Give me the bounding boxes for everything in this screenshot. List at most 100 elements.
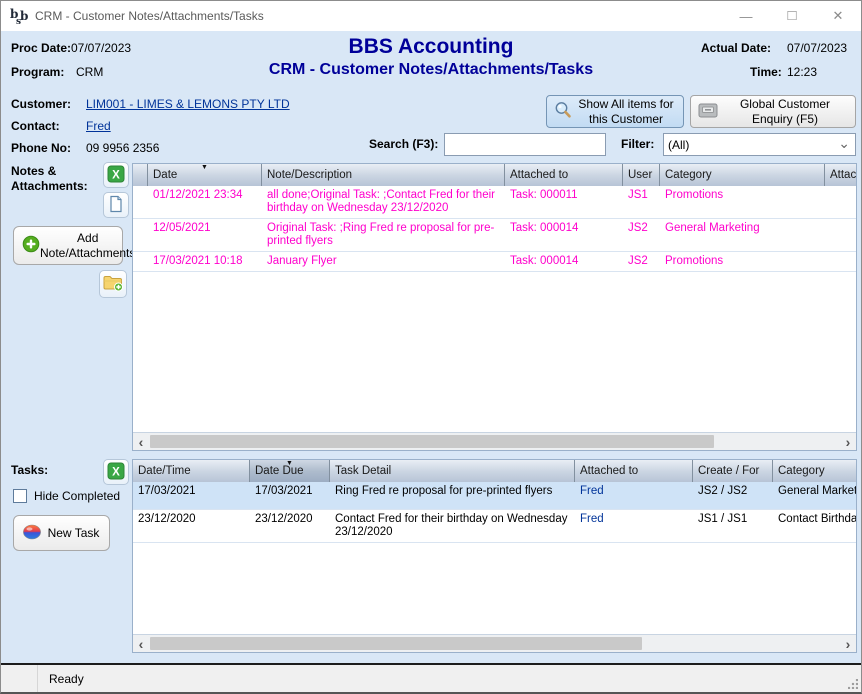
tasks-export-excel-button[interactable]: X (103, 459, 129, 485)
note-date: 01/12/2021 23:34 (148, 186, 262, 218)
task-attached-to: Fred (575, 510, 693, 542)
attach-file-button[interactable] (99, 270, 127, 298)
table-row[interactable]: 12/05/2021 Original Task: ;Ring Fred re … (133, 219, 856, 252)
phone-label: Phone No: (11, 141, 71, 155)
scroll-right-icon[interactable]: › (840, 434, 856, 450)
phone-value: 09 9956 2356 (86, 141, 159, 155)
window-title: CRM - Customer Notes/Attachments/Tasks (35, 1, 264, 31)
new-task-button[interactable]: New Task (13, 515, 110, 551)
task-create-for: JS1 / JS1 (693, 510, 773, 542)
customer-link[interactable]: LIM001 - LIMES & LEMONS PTY LTD (86, 97, 290, 111)
filter-label: Filter: (621, 137, 654, 151)
sort-arrow-icon: ▼ (201, 164, 208, 171)
search-label: Search (F3): (369, 137, 438, 151)
hide-completed-checkbox[interactable]: Hide Completed (13, 489, 120, 503)
search-icon (553, 100, 573, 123)
tasks-col-category[interactable]: Category (773, 460, 856, 482)
task-create-for: JS2 / JS2 (693, 482, 773, 509)
contact-link[interactable]: Fred (86, 119, 111, 133)
main-area: Proc Date: 07/07/2023 Program: CRM BBS A… (1, 31, 861, 663)
global-enquiry-button[interactable]: Global Customer Enquiry (F5) (690, 95, 856, 128)
tasks-col-date-time[interactable]: Date/Time (133, 460, 250, 482)
document-icon (107, 195, 125, 216)
task-contact-link[interactable]: Fred (580, 513, 604, 525)
plus-icon (22, 235, 40, 256)
terminal-icon (697, 100, 719, 123)
chevron-down-icon: ⌄ (838, 135, 850, 152)
scrollbar-thumb[interactable] (150, 435, 714, 448)
close-icon[interactable]: ✕ (815, 1, 861, 31)
excel-icon: X (107, 462, 125, 483)
notes-horizontal-scrollbar[interactable]: ‹ › (133, 432, 856, 450)
tasks-col-attached-to[interactable]: Attached to (575, 460, 693, 482)
filter-dropdown[interactable]: (All) ⌄ (663, 133, 856, 156)
excel-icon: X (107, 165, 125, 186)
window-controls: — □ ✕ (723, 1, 861, 31)
notes-col-category[interactable]: Category (660, 164, 825, 186)
tasks-col-create-for[interactable]: Create / For (693, 460, 773, 482)
checkbox-icon[interactable] (13, 489, 27, 503)
note-date: 12/05/2021 (148, 219, 262, 251)
task-date-time: 17/03/2021 (133, 482, 250, 509)
show-all-items-button[interactable]: Show All items for this Customer (546, 95, 684, 128)
notes-col-attached-to[interactable]: Attached to (505, 164, 623, 186)
notes-col-date-label: Date (153, 169, 177, 181)
table-row[interactable]: 01/12/2021 23:34 all done;Original Task:… (133, 186, 856, 219)
table-row[interactable]: 17/03/2021 10:18 January Flyer Task: 000… (133, 252, 856, 272)
resize-grip-icon[interactable] (848, 679, 858, 689)
new-note-button[interactable] (103, 192, 129, 218)
show-all-items-label: Show All items for this Customer (573, 97, 679, 126)
task-date-due: 17/03/2021 (250, 482, 330, 509)
svg-text:b: b (20, 9, 28, 23)
notes-section-label: Notes & Attachments: (11, 164, 103, 194)
add-folder-icon (102, 273, 124, 296)
note-attached-to: Task: 000014 (505, 252, 623, 271)
search-input[interactable] (444, 133, 606, 156)
tasks-col-date-due-label: Date Due (255, 465, 304, 477)
note-user: JS2 (623, 252, 660, 271)
status-cell (1, 665, 38, 692)
scroll-left-icon[interactable]: ‹ (133, 434, 149, 450)
svg-text:X: X (112, 466, 120, 478)
svg-text:X: X (112, 169, 120, 181)
task-detail: Ring Fred re proposal for pre-printed fl… (330, 482, 575, 509)
tasks-section-label: Tasks: (11, 463, 48, 477)
notes-col-selector[interactable] (133, 164, 148, 186)
scroll-right-icon[interactable]: › (840, 636, 856, 652)
notes-col-attach[interactable]: Attach (825, 164, 856, 186)
title-bar: b s b CRM - Customer Notes/Attachments/T… (1, 1, 861, 31)
note-date: 17/03/2021 10:18 (148, 252, 262, 271)
scroll-left-icon[interactable]: ‹ (133, 636, 149, 652)
global-enquiry-label: Global Customer Enquiry (F5) (719, 97, 851, 126)
minimize-icon[interactable]: — (723, 1, 769, 31)
table-row[interactable]: 17/03/2021 17/03/2021 Ring Fred re propo… (133, 482, 856, 510)
add-note-attachments-button[interactable]: Add Note/Attachments (13, 226, 123, 265)
tasks-table-header: Date/Time Date Due ▼ Task Detail Attache… (133, 460, 856, 482)
app-window: b s b CRM - Customer Notes/Attachments/T… (0, 0, 862, 694)
maximize-icon[interactable]: □ (769, 0, 815, 30)
actual-date-value: 07/07/2023 (787, 41, 847, 55)
notes-col-description[interactable]: Note/Description (262, 164, 505, 186)
note-description: all done;Original Task: ;Contact Fred fo… (262, 186, 505, 218)
note-attached-to: Task: 000011 (505, 186, 623, 218)
tasks-col-date-due[interactable]: Date Due ▼ (250, 460, 330, 482)
task-ball-icon (22, 523, 42, 544)
tasks-table-body: 17/03/2021 17/03/2021 Ring Fred re propo… (133, 482, 856, 634)
contact-label: Contact: (11, 119, 60, 133)
note-category: Promotions (660, 186, 825, 218)
filter-value: (All) (668, 138, 689, 152)
notes-col-date[interactable]: Date ▼ (148, 164, 262, 186)
task-contact-link[interactable]: Fred (580, 485, 604, 497)
scrollbar-thumb[interactable] (150, 637, 642, 650)
tasks-horizontal-scrollbar[interactable]: ‹ › (133, 634, 856, 652)
notes-table-body: 01/12/2021 23:34 all done;Original Task:… (133, 186, 856, 432)
tasks-col-detail[interactable]: Task Detail (330, 460, 575, 482)
notes-col-user[interactable]: User (623, 164, 660, 186)
task-date-due: 23/12/2020 (250, 510, 330, 542)
status-text: Ready (38, 672, 84, 686)
notes-export-excel-button[interactable]: X (103, 162, 129, 188)
table-row[interactable]: 23/12/2020 23/12/2020 Contact Fred for t… (133, 510, 856, 543)
status-bar: Ready (1, 665, 861, 692)
note-description: January Flyer (262, 252, 505, 271)
notes-table-header: Date ▼ Note/Description Attached to User… (133, 164, 856, 186)
